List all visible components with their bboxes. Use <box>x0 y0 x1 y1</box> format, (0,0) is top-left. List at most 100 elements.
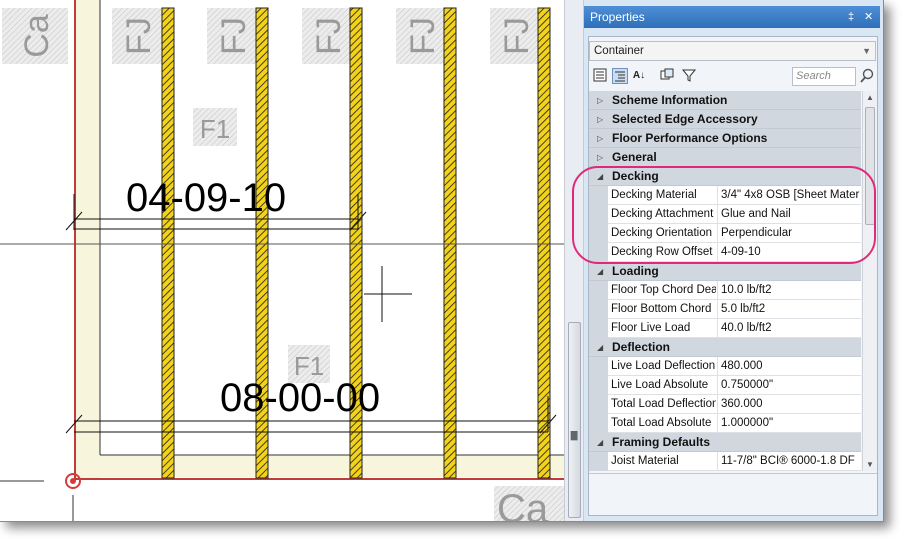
scroll-down-icon[interactable]: ▼ <box>866 460 874 469</box>
property-value[interactable]: 0.750000" <box>717 376 861 395</box>
property-grid-scroll-thumb[interactable] <box>865 107 875 225</box>
category-label: Decking <box>612 169 659 183</box>
property-name: Decking Row Offset <box>611 246 713 258</box>
category-loading[interactable]: ◢ Loading <box>589 262 861 281</box>
property-row[interactable]: Live Load Absolute 0.750000" <box>589 376 861 395</box>
property-value[interactable]: 40.0 lb/ft2 <box>717 319 861 338</box>
collapse-triangle-icon[interactable]: ◢ <box>597 262 603 281</box>
canvas-scroll-thumb[interactable] <box>568 322 581 518</box>
row-gutter <box>589 243 608 262</box>
property-value[interactable]: 10.0 lb/ft2 <box>717 281 861 300</box>
search-icon[interactable] <box>859 68 875 84</box>
property-row[interactable]: Floor Top Chord Dead 10.0 lb/ft2 <box>589 281 861 300</box>
application-window: Ca FJ FJ FJ FJ FJ F1 F1 Ca 04-09-10 08-0… <box>0 0 884 522</box>
property-name: Live Load Deflection <box>611 360 716 372</box>
search-input[interactable]: Search <box>792 67 856 86</box>
property-value[interactable]: 11-7/8" BCI® 6000-1.8 DF <box>717 452 861 471</box>
expand-triangle-icon[interactable]: ▷ <box>597 129 603 148</box>
close-icon[interactable]: ✕ <box>864 6 873 28</box>
property-name: Total Load Absolute <box>611 417 712 429</box>
property-row[interactable]: Total Load Deflection 360.000 <box>589 395 861 414</box>
property-name: Decking Attachment <box>611 208 714 220</box>
property-grid-scrollbar[interactable]: ▲ ▼ <box>862 91 877 471</box>
property-row[interactable]: Decking Material 3/4" 4x8 OSB [Sheet Mate… <box>589 186 861 205</box>
category-general[interactable]: ▷ General <box>589 148 861 167</box>
category-label: Floor Performance Options <box>612 131 768 145</box>
property-row[interactable]: Decking Orientation Perpendicular <box>589 224 861 243</box>
property-value[interactable]: 4-09-10 <box>717 243 861 262</box>
property-value[interactable]: 5.0 lb/ft2 <box>717 300 861 319</box>
category-deflection[interactable]: ◢ Deflection <box>589 338 861 357</box>
row-gutter <box>589 357 608 376</box>
category-label: Deflection <box>612 340 671 354</box>
categorized-view-icon[interactable] <box>592 68 608 84</box>
row-gutter <box>589 376 608 395</box>
property-value[interactable]: 480.000 <box>717 357 861 376</box>
property-grid: ▷ Scheme Information ▷ Selected Edge Access… <box>589 91 861 471</box>
canvas-vertical-scrollbar[interactable]: ▬ ▬ ▬ <box>564 0 584 521</box>
properties-title-bar[interactable]: Properties ‡ ✕ <box>584 6 880 28</box>
category-framing-defaults[interactable]: ◢ Framing Defaults <box>589 433 861 452</box>
property-value[interactable]: 3/4" 4x8 OSB [Sheet Mater <box>717 186 861 205</box>
tag-fj-2: FJ <box>215 17 253 55</box>
grouped-view-icon[interactable] <box>612 68 628 84</box>
property-name: Total Load Deflection <box>611 398 716 410</box>
chevron-down-icon: ▼ <box>862 46 871 56</box>
property-description-pane <box>589 473 877 515</box>
row-gutter <box>589 319 608 338</box>
row-gutter <box>589 186 608 205</box>
scroll-up-icon[interactable]: ▲ <box>866 93 874 102</box>
collapse-triangle-icon[interactable]: ◢ <box>597 338 603 357</box>
row-gutter <box>589 281 608 300</box>
drawing-canvas[interactable]: Ca FJ FJ FJ FJ FJ F1 F1 Ca 04-09-10 08-0… <box>0 0 564 522</box>
property-name: Live Load Absolute <box>611 379 709 391</box>
row-gutter <box>589 395 608 414</box>
bottom-rim-band <box>76 455 564 477</box>
expand-triangle-icon[interactable]: ▷ <box>597 148 603 167</box>
expand-triangle-icon[interactable]: ▷ <box>597 91 603 110</box>
floor-plan-drawing[interactable]: Ca FJ FJ FJ FJ FJ F1 F1 Ca <box>0 0 564 522</box>
property-value[interactable]: Perpendicular <box>717 224 861 243</box>
property-value[interactable]: 360.000 <box>717 395 861 414</box>
property-name: Joist Material <box>611 455 679 467</box>
property-name: Floor Live Load <box>611 322 691 334</box>
property-row[interactable]: Floor Bottom Chord 5.0 lb/ft2 <box>589 300 861 319</box>
object-selector-value: Container <box>594 45 644 57</box>
collapse-triangle-icon[interactable]: ◢ <box>597 167 603 186</box>
category-decking[interactable]: ◢ Decking <box>589 167 861 186</box>
scroll-grip-icon: ▬ ▬ ▬ <box>569 428 579 444</box>
property-row[interactable]: Live Load Deflection 480.000 <box>589 357 861 376</box>
tag-ca-top: Ca <box>18 14 56 58</box>
property-name: Floor Top Chord Dead <box>611 284 716 296</box>
property-value[interactable]: Glue and Nail <box>717 205 861 224</box>
category-label: Loading <box>612 264 659 278</box>
property-pages-icon[interactable] <box>659 68 675 84</box>
region-tag-1: F1 <box>200 114 230 144</box>
row-gutter <box>589 205 608 224</box>
collapse-triangle-icon[interactable]: ◢ <box>597 433 603 452</box>
filter-icon[interactable] <box>681 68 697 84</box>
category-selected-edge-accessory[interactable]: ▷ Selected Edge Accessory <box>589 110 861 129</box>
property-row[interactable]: Total Load Absolute 1.000000" <box>589 414 861 433</box>
properties-toolbar: A↓ Search <box>589 65 877 89</box>
origin-marker-icon <box>65 473 81 489</box>
property-row[interactable]: Joist Material 11-7/8" BCI® 6000-1.8 DF <box>589 452 861 471</box>
property-row[interactable]: Decking Row Offset 4-09-10 <box>589 243 861 262</box>
sort-alphabetical-icon[interactable]: A↓ <box>631 68 647 84</box>
property-name: Decking Orientation <box>611 227 712 239</box>
category-label: General <box>612 150 657 164</box>
object-selector-dropdown[interactable]: Container ▼ <box>589 41 876 61</box>
category-floor-performance-options[interactable]: ▷ Floor Performance Options <box>589 129 861 148</box>
row-gutter <box>589 300 608 319</box>
category-scheme-information[interactable]: ▷ Scheme Information <box>589 91 861 110</box>
expand-triangle-icon[interactable]: ▷ <box>597 110 603 129</box>
joist-4 <box>443 7 457 479</box>
row-gutter <box>589 414 608 433</box>
property-row[interactable]: Floor Live Load 40.0 lb/ft2 <box>589 319 861 338</box>
properties-body: Container ▼ A↓ Search ▷ Scheme Informati… <box>588 36 878 516</box>
property-value[interactable]: 1.000000" <box>717 414 861 433</box>
left-rim-band <box>76 0 100 478</box>
pin-icon[interactable]: ‡ <box>848 6 854 28</box>
property-row[interactable]: Decking Attachment Glue and Nail <box>589 205 861 224</box>
properties-title: Properties <box>590 10 645 24</box>
